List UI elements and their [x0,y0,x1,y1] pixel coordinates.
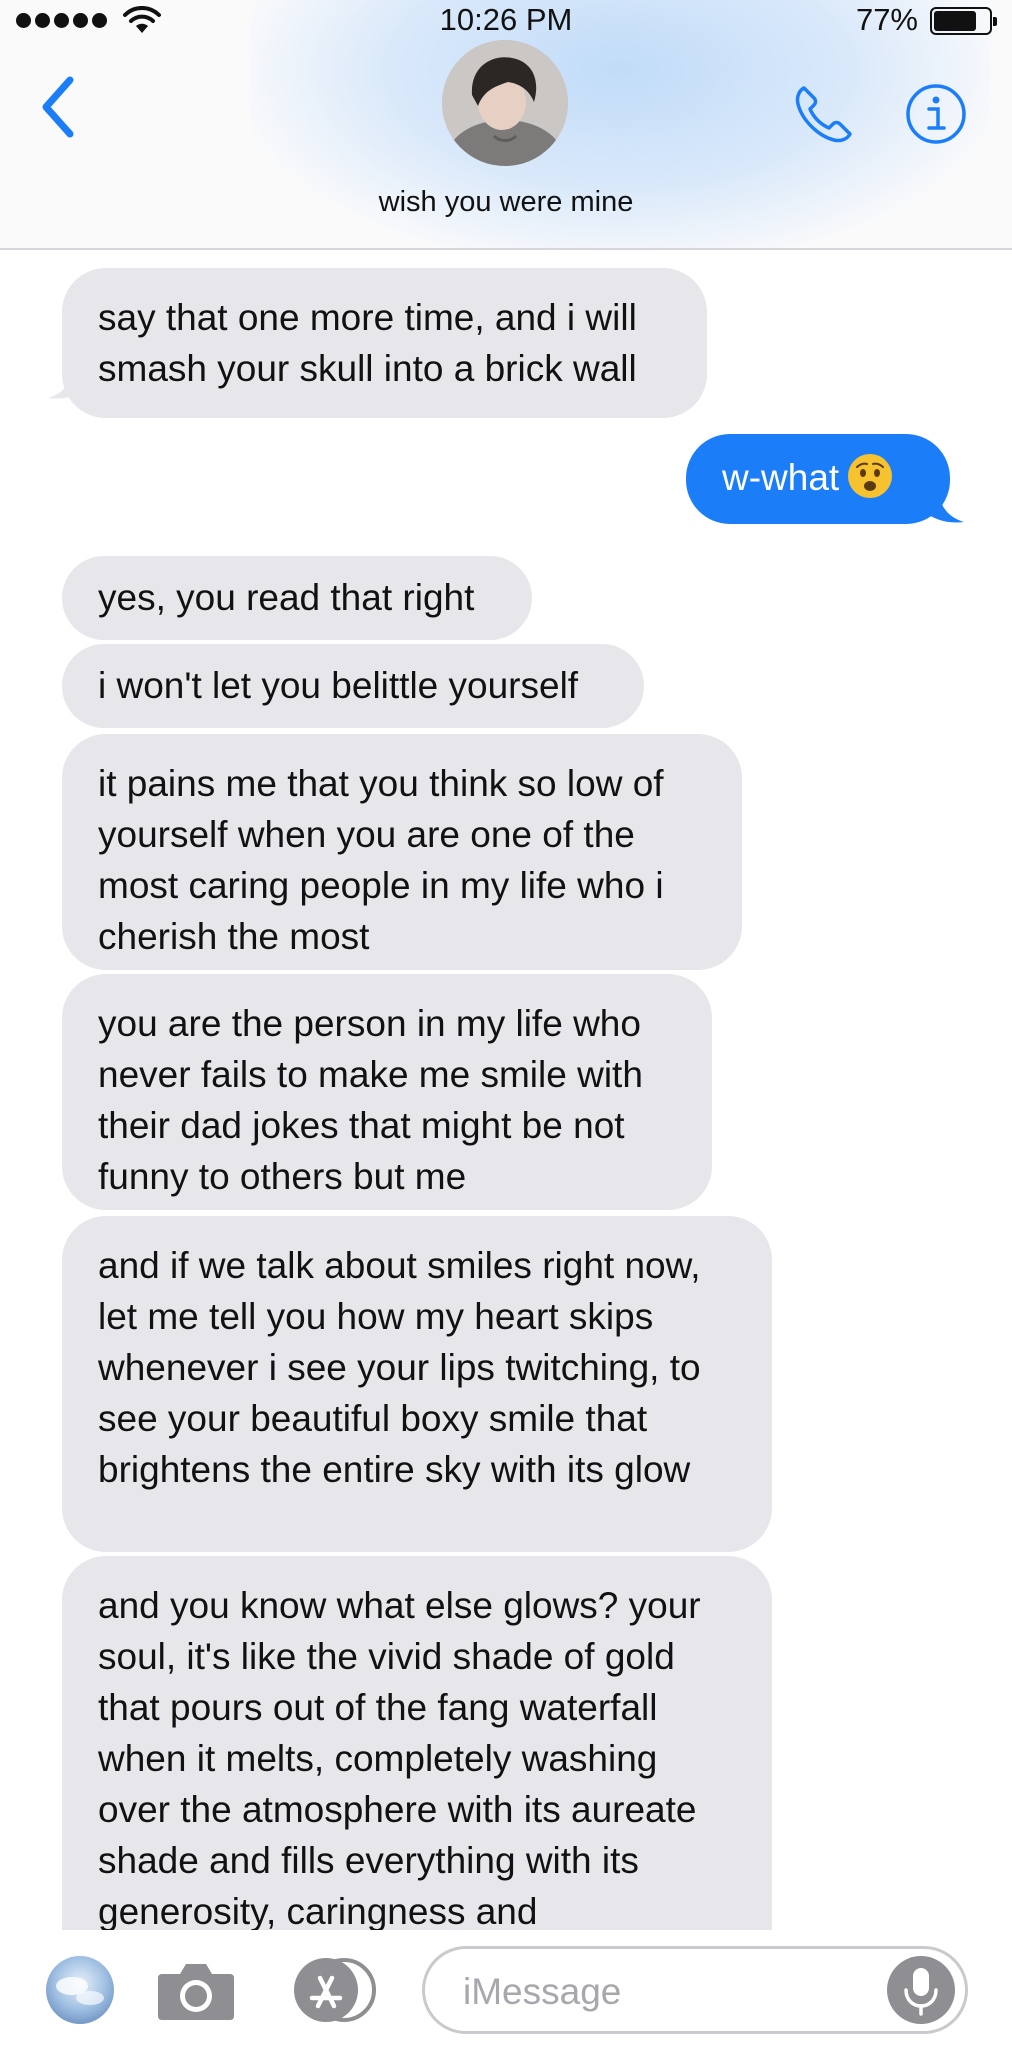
camera-button[interactable] [156,1956,236,2024]
incoming-message-bubble[interactable]: you are the person in my life who never … [62,974,712,1210]
incoming-message-bubble[interactable]: it pains me that you think so low of you… [62,734,742,970]
app-store-button[interactable] [286,1956,382,2024]
info-icon [906,84,966,144]
chevron-left-icon [42,76,74,138]
incoming-message-bubble[interactable]: yes, you read that right [62,556,532,640]
outgoing-message-bubble[interactable]: w-what [686,434,950,524]
info-button[interactable] [904,82,968,146]
battery-icon [930,7,997,35]
microphone-icon [904,1968,938,2016]
incoming-message-bubble[interactable]: and if we talk about smiles right now, l… [62,1216,772,1552]
message-text: you are the person in my life who never … [98,1003,643,1197]
contact-avatar[interactable] [442,40,568,166]
contact-name[interactable]: wish you were mine [0,186,1012,219]
incoming-message-bubble[interactable]: say that one more time, and i will smash… [62,268,707,418]
message-text: w-what [722,457,840,498]
conversation-header: 10:26 PM 77% wish you were mine [0,0,1012,250]
message-text: yes, you read that right [98,577,475,618]
message-text: it pains me that you think so low of you… [98,763,664,957]
bubble-tail [922,490,964,523]
microphone-button[interactable] [887,1956,955,2024]
camera-icon [158,1964,234,2020]
message-text: i won't let you belittle yourself [98,665,579,706]
bubble-tail [48,366,90,399]
imessage-placeholder: iMessage [463,1971,622,2012]
status-bar: 10:26 PM 77% [0,0,1012,44]
app-store-icon [294,1958,376,2022]
message-text: and if we talk about smiles right now, l… [98,1245,701,1490]
call-button[interactable] [790,80,858,148]
compose-bar: iMessage [0,1930,1012,2048]
battery-percent: 77% [855,2,918,37]
message-thread[interactable]: say that one more time, and i will smash… [0,250,1012,1930]
anguished-face-emoji-icon [848,454,893,498]
photos-app-icon[interactable] [46,1956,114,2024]
message-text: and you know what else glows? your soul,… [98,1585,701,1930]
incoming-message-bubble[interactable]: i won't let you belittle yourself [62,644,644,728]
back-button[interactable] [36,72,86,142]
message-text: say that one more time, and i will smash… [98,297,637,389]
imessage-input[interactable]: iMessage [422,1946,968,2034]
incoming-message-bubble[interactable]: and you know what else glows? your soul,… [62,1556,772,1930]
phone-icon [795,86,852,143]
